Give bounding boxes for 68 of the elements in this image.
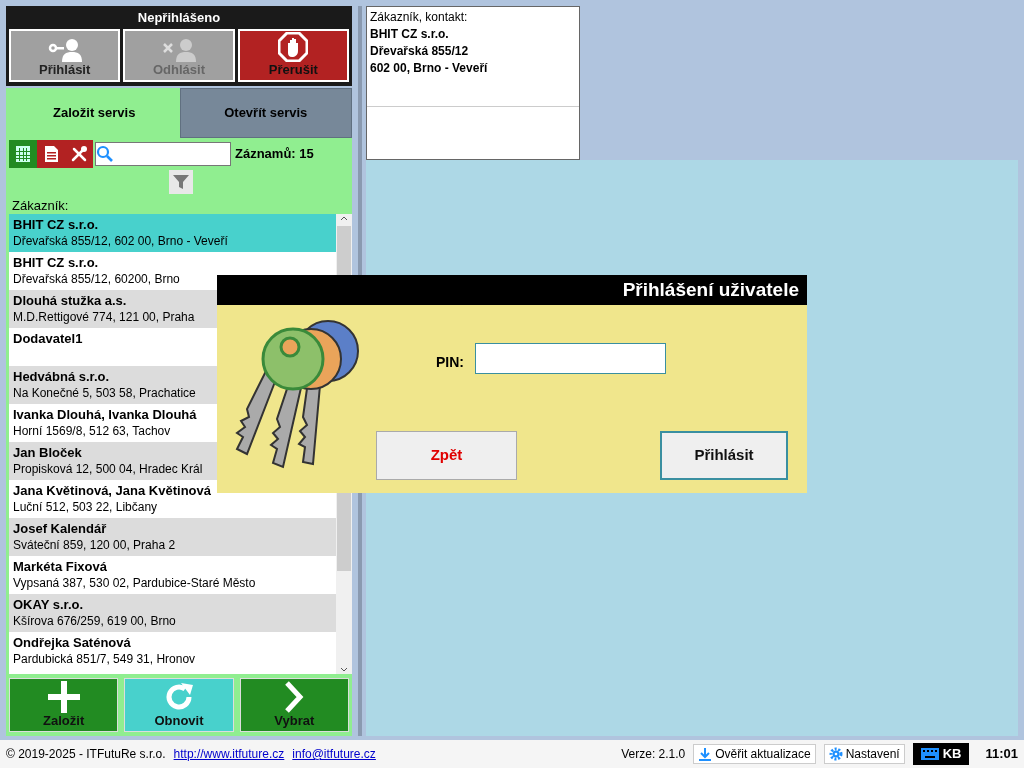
customer-address: M.D.Rettigové 774, 121 00, Praha bbox=[13, 309, 196, 326]
customer-name: OKAY s.r.o. bbox=[13, 596, 85, 613]
document-icon[interactable] bbox=[37, 140, 65, 168]
search-field[interactable] bbox=[95, 142, 231, 166]
customer-address: Kšírova 676/259, 619 00, Brno bbox=[13, 613, 177, 630]
customer-address: Horní 1569/8, 512 63, Tachov bbox=[13, 423, 172, 440]
customer-address: Pardubická 851/7, 549 31, Hronov bbox=[13, 651, 197, 668]
clock-time: 11:01 bbox=[985, 745, 1018, 764]
customer-name: Jan Bloček bbox=[13, 444, 83, 461]
customer-name: BHIT CZ s.r.o. bbox=[13, 216, 100, 233]
chevron-right-icon bbox=[284, 681, 305, 713]
settings-icon bbox=[828, 747, 843, 761]
download-icon bbox=[698, 747, 713, 761]
contact-line: Dřevařská 855/12 bbox=[370, 43, 470, 60]
search-icon bbox=[96, 145, 114, 163]
contact-line: BHIT CZ s.r.o. bbox=[370, 26, 450, 43]
remove-user-icon bbox=[162, 38, 196, 62]
customer-address: Dřevařská 855/12, 602 00, Brno - Veveří bbox=[13, 233, 229, 250]
contact-line: 602 00, Brno - Veveří bbox=[370, 60, 489, 77]
customer-address: Luční 512, 503 22, Libčany bbox=[13, 499, 159, 516]
plus-icon bbox=[47, 681, 80, 713]
customer-address: Na Konečné 5, 503 58, Prachatice bbox=[13, 385, 197, 402]
pin-input[interactable] bbox=[475, 343, 666, 374]
customer-name: Ondřejka Saténová bbox=[13, 634, 132, 651]
customer-row[interactable]: Markéta Fixová Vypsaná 387, 530 02, Pardubice-Staré Město bbox=[9, 556, 336, 594]
customer-row[interactable]: Ondřejka Saténová Pardubická 851/7, 549 31, Hronov bbox=[9, 632, 336, 670]
login-bar-button[interactable]: Přihlásit bbox=[9, 29, 121, 82]
login-button[interactable]: Přihlásit bbox=[660, 431, 788, 480]
customer-address: Sváteční 859, 120 00, Praha 2 bbox=[13, 537, 177, 554]
customer-row[interactable]: Jana Květinová, Jana Květinová Luční 512, 503 22, Libčany bbox=[9, 480, 336, 518]
grid-icon[interactable] bbox=[9, 140, 37, 168]
customer-name: Ivanka Dlouhá, Ivanka Dlouhá bbox=[13, 406, 198, 423]
customer-name: Jana Květinová, Jana Květinová bbox=[13, 482, 212, 499]
customer-address: Dřevařská 855/12, 60200, Brno bbox=[13, 271, 181, 288]
customer-row[interactable]: BHIT CZ s.r.o. Dřevařská 855/12, 602 00, Brno - Veveří bbox=[9, 214, 336, 252]
customer-name: Markéta Fixová bbox=[13, 558, 108, 575]
customer-name: BHIT CZ s.r.o. bbox=[13, 254, 100, 271]
customer-name: Dlouhá stužka a.s. bbox=[13, 292, 128, 309]
action-button[interactable]: Vybrat bbox=[239, 678, 349, 732]
link[interactable]: http://www.itfuture.cz bbox=[173, 745, 285, 763]
version-text: Verze: 2.1.0 bbox=[621, 746, 686, 763]
dialog-title: Přihlášení uživatele bbox=[217, 275, 807, 305]
customer-row[interactable]: OKAY s.r.o. Kšírova 676/259, 619 00, Brno bbox=[9, 594, 336, 632]
customer-name: Josef Kalendář bbox=[13, 520, 108, 537]
update-button[interactable]: Ověřit aktualizace bbox=[693, 744, 816, 764]
customer-address: Vypsaná 387, 530 02, Pardubice-Staré Město bbox=[13, 575, 257, 592]
keyboard-icon bbox=[920, 748, 939, 760]
list-label: Zákazník: bbox=[11, 198, 70, 213]
copyright-text: © 2019-2025 - ITFutuRe s.r.o. bbox=[6, 746, 166, 763]
settings-button[interactable]: Nastavení bbox=[823, 744, 905, 764]
customer-address: Propisková 12, 500 04, Hradec Král bbox=[13, 461, 204, 478]
record-count: Záznamů: 15 bbox=[235, 145, 314, 164]
tab[interactable]: Otevřít servis bbox=[179, 88, 352, 138]
action-button[interactable]: Založit bbox=[9, 678, 119, 732]
back-button[interactable]: Zpět bbox=[376, 431, 517, 480]
action-button[interactable]: Obnovit bbox=[124, 678, 234, 732]
login-status: Nepřihlášeno bbox=[136, 10, 222, 26]
pin-label: PIN: bbox=[436, 353, 464, 372]
contact-label: Zákazník, kontakt: bbox=[370, 9, 469, 26]
tools-icon[interactable] bbox=[65, 140, 93, 168]
customer-name: Hedvábná s.r.o. bbox=[13, 368, 111, 385]
customer-name: Dodavatel1 bbox=[13, 330, 84, 347]
filter-icon[interactable] bbox=[168, 170, 193, 194]
key-user-icon bbox=[47, 38, 82, 62]
link[interactable]: info@itfuture.cz bbox=[292, 745, 376, 763]
keyboard-button[interactable]: KB bbox=[912, 743, 970, 765]
customer-row[interactable]: Josef Kalendář Sváteční 859, 120 00, Praha 2 bbox=[9, 518, 336, 556]
stop-hand-icon bbox=[278, 32, 309, 62]
